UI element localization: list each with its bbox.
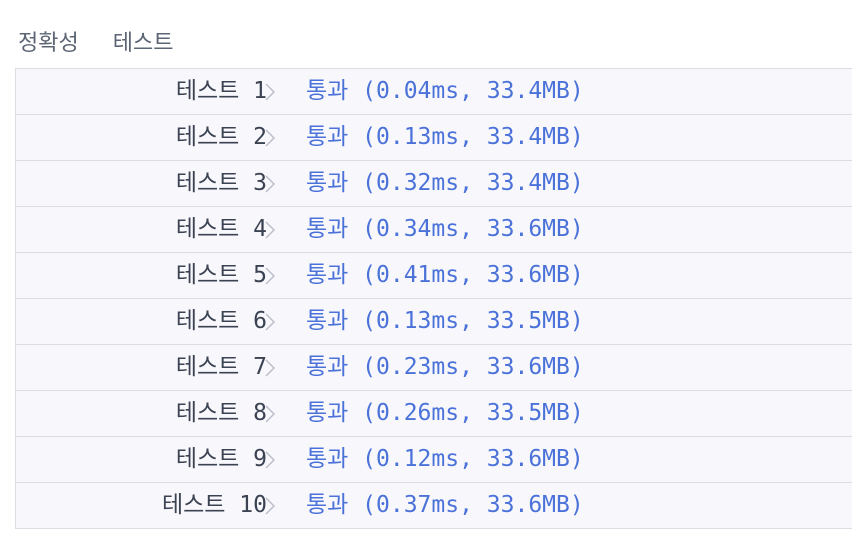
section-title: 정확성 <box>18 31 79 56</box>
chevron-right-icon <box>264 496 276 516</box>
chevron-right-icon <box>264 404 276 424</box>
test-name: 테스트 2 <box>175 124 267 150</box>
test-name: 테스트 1 <box>175 78 267 104</box>
test-result-row[interactable]: 테스트 4 통과 (0.34ms, 33.6MB) <box>16 207 852 253</box>
test-result-row[interactable]: 테스트 2 통과 (0.13ms, 33.4MB) <box>16 115 852 161</box>
test-name: 테스트 10 <box>161 492 267 518</box>
chevron-right-icon <box>264 358 276 378</box>
test-name: 테스트 6 <box>175 308 267 334</box>
test-result: 통과 (0.32ms, 33.4MB) <box>306 170 584 196</box>
test-result: 통과 (0.13ms, 33.5MB) <box>306 308 584 334</box>
test-result-row[interactable]: 테스트 8 통과 (0.26ms, 33.5MB) <box>16 391 852 437</box>
test-result: 통과 (0.34ms, 33.6MB) <box>306 216 584 242</box>
chevron-right-icon <box>264 82 276 102</box>
test-result-row[interactable]: 테스트 5 통과 (0.41ms, 33.6MB) <box>16 253 852 299</box>
chevron-right-icon <box>264 266 276 286</box>
test-result: 통과 (0.23ms, 33.6MB) <box>306 354 584 380</box>
test-name: 테스트 8 <box>175 400 267 426</box>
results-header: 정확성 테스트 <box>18 26 173 56</box>
test-result-row[interactable]: 테스트 3 통과 (0.32ms, 33.4MB) <box>16 161 852 207</box>
chevron-right-icon <box>264 220 276 240</box>
test-result: 통과 (0.04ms, 33.4MB) <box>306 78 584 104</box>
test-result: 통과 (0.37ms, 33.6MB) <box>306 492 584 518</box>
test-name: 테스트 5 <box>175 262 267 288</box>
chevron-right-icon <box>264 312 276 332</box>
test-result: 통과 (0.41ms, 33.6MB) <box>306 262 584 288</box>
test-results-list: 테스트 1 통과 (0.04ms, 33.4MB) 테스트 2 통과 (0.13… <box>15 68 852 529</box>
test-result: 통과 (0.13ms, 33.4MB) <box>306 124 584 150</box>
chevron-right-icon <box>264 128 276 148</box>
test-name: 테스트 4 <box>175 216 267 242</box>
test-result-row[interactable]: 테스트 6 통과 (0.13ms, 33.5MB) <box>16 299 852 345</box>
section-subtitle: 테스트 <box>112 31 174 56</box>
chevron-right-icon <box>264 174 276 194</box>
chevron-right-icon <box>264 450 276 470</box>
test-name: 테스트 7 <box>175 354 267 380</box>
test-name: 테스트 3 <box>175 170 267 196</box>
test-result-row[interactable]: 테스트 1 통과 (0.04ms, 33.4MB) <box>16 69 852 115</box>
test-result: 통과 (0.12ms, 33.6MB) <box>306 446 584 472</box>
test-result-row[interactable]: 테스트 9 통과 (0.12ms, 33.6MB) <box>16 437 852 483</box>
test-result-row[interactable]: 테스트 7 통과 (0.23ms, 33.6MB) <box>16 345 852 391</box>
test-name: 테스트 9 <box>175 446 267 472</box>
test-result: 통과 (0.26ms, 33.5MB) <box>306 400 584 426</box>
test-result-row[interactable]: 테스트 10 통과 (0.37ms, 33.6MB) <box>16 483 852 529</box>
